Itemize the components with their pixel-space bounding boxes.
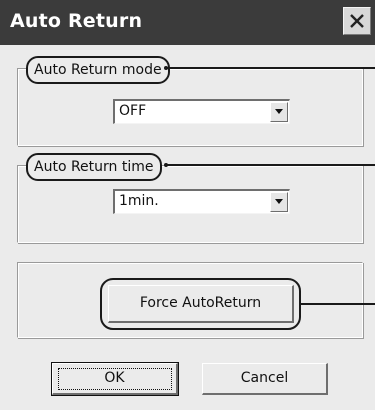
ok-focus-rect: [58, 368, 172, 390]
auto-return-mode-value: OFF: [119, 103, 147, 119]
auto-return-dialog: Auto Return Auto Return mode OFF Auto Re…: [0, 0, 375, 410]
force-autoreturn-button[interactable]: Force AutoReturn: [108, 285, 294, 323]
mode-callout-leader: [166, 67, 375, 69]
dropdown-arrow-icon: [275, 199, 283, 204]
mode-callout-dot: [164, 66, 168, 70]
close-button[interactable]: [343, 7, 371, 35]
window-title: Auto Return: [10, 10, 143, 32]
auto-return-time-value: 1min.: [119, 193, 159, 209]
cancel-button[interactable]: Cancel: [202, 363, 328, 395]
auto-return-mode-dropdown-button[interactable]: [270, 102, 288, 122]
dropdown-arrow-icon: [275, 109, 283, 114]
auto-return-mode-label: Auto Return mode: [26, 56, 170, 84]
auto-return-time-dropdown-button[interactable]: [270, 192, 288, 212]
force-callout-leader: [301, 303, 375, 305]
auto-return-time-select[interactable]: 1min.: [113, 189, 290, 214]
cancel-button-label: Cancel: [240, 370, 289, 386]
time-callout-leader: [166, 164, 375, 166]
auto-return-mode-select[interactable]: OFF: [113, 99, 290, 124]
time-callout-dot: [164, 163, 168, 167]
title-bar: Auto Return: [0, 0, 375, 45]
close-x-icon: [350, 14, 364, 28]
auto-return-time-label: Auto Return time: [26, 153, 162, 181]
